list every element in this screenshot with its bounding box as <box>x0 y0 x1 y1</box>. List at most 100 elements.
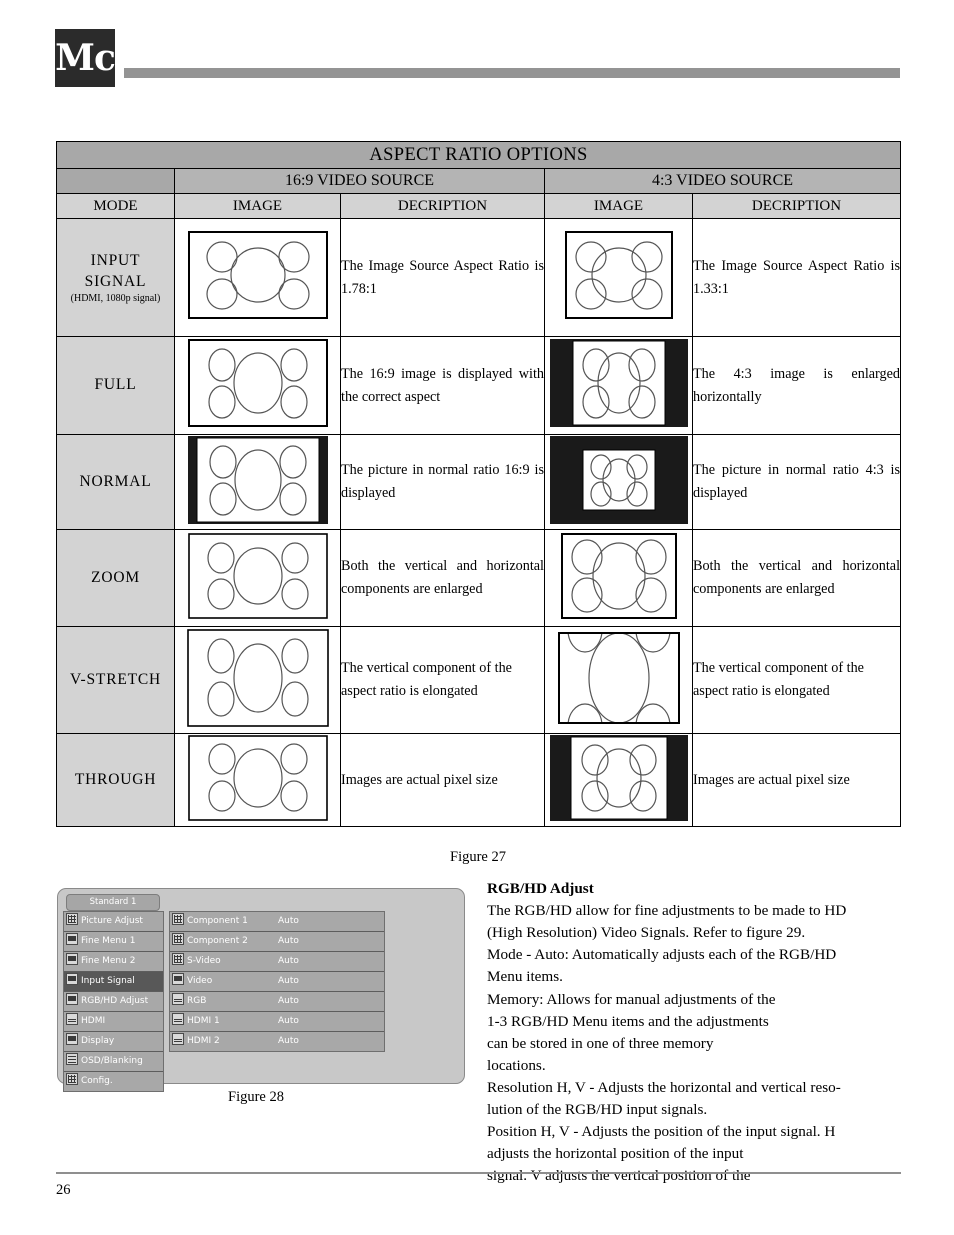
image-cell-169-zoom <box>174 529 341 627</box>
hdmi-icon <box>172 1013 184 1025</box>
monitor-icon <box>66 993 78 1005</box>
osd-input-row-component-2[interactable]: Component 2 Auto <box>170 932 384 952</box>
body-line-5: Memory: Allows for manual adjustments of… <box>487 990 776 1008</box>
osd-menu-item-fine-menu-2[interactable]: Fine Menu 2 <box>64 952 163 972</box>
osd-menu-item-fine-menu-1[interactable]: Fine Menu 1 <box>64 932 163 952</box>
osd-input-value: Auto <box>278 916 299 926</box>
osd-input-value: Auto <box>278 976 299 986</box>
osd-menu-screenshot: Standard 1 Picture Adjust Fine Menu 1 Fi… <box>57 888 465 1092</box>
mode-sublabel: (HDMI, 1080p signal) <box>70 293 161 305</box>
body-line-4: Menu items. <box>487 968 563 986</box>
diagram-svg <box>549 435 688 524</box>
col-header-image-43: IMAGE <box>544 193 693 219</box>
osd-left-menu: Picture Adjust Fine Menu 1 Fine Menu 2 I… <box>63 911 164 1092</box>
aspect-diagram-169-through <box>187 734 328 821</box>
osd-menu-item-label: Fine Menu 2 <box>81 956 136 966</box>
osd-input-row-hdmi-2[interactable]: HDMI 2 Auto <box>170 1032 384 1051</box>
col-header-description-43: DECRIPTION <box>691 193 902 219</box>
table-subheader-row: MODE IMAGE DECRIPTION IMAGE DECRIPTION <box>56 193 902 219</box>
osd-input-value: Auto <box>278 956 299 966</box>
mcintosh-logo-text: Mc <box>55 37 116 79</box>
config-icon <box>66 1073 78 1085</box>
osd-menu-item-input-signal[interactable]: Input Signal <box>64 972 163 992</box>
col-header-description-169: DECRIPTION <box>340 193 545 219</box>
body-line-10: lution of the RGB/HD input signals. <box>487 1101 708 1119</box>
osd-input-row-rgb[interactable]: RGB Auto <box>170 992 384 1012</box>
arrows-icon <box>66 933 78 945</box>
diagram-svg <box>187 532 328 619</box>
table-row: FULL The 16:9 image is displayed with th… <box>56 336 902 435</box>
mode-line1: THROUGH <box>74 770 157 788</box>
page-number: 26 <box>56 1182 71 1198</box>
osd-input-row-video[interactable]: Video Auto <box>170 972 384 992</box>
section-heading: RGB/HD Adjust <box>487 880 594 897</box>
image-cell-169-v-stretch <box>174 626 341 734</box>
osd-preset-button[interactable]: Standard 1 <box>66 894 160 911</box>
description-169-input-signal: The Image Source Aspect Ratio is 1.78:1 <box>340 218 545 337</box>
osd-menu-item-hdmi[interactable]: HDMI <box>64 1012 163 1032</box>
body-line-2: (High Resolution) Video Signals. Refer t… <box>487 924 806 942</box>
display-icon <box>66 1033 78 1045</box>
aspect-diagram-169-input <box>187 231 328 319</box>
osd-input-label: Video <box>187 976 213 986</box>
mode-line2: SIGNAL <box>84 272 147 290</box>
osd-menu-item-label: OSD/Blanking <box>81 1056 143 1066</box>
description-169-normal: The picture in normal ratio 16:9 is disp… <box>340 434 545 530</box>
description-43-through: Images are actual pixel size <box>691 733 902 827</box>
body-line-13: signal. V adjusts the vertical position … <box>487 1167 751 1185</box>
osd-menu-item-label: Picture Adjust <box>81 916 143 926</box>
source-row-blank <box>56 168 175 194</box>
osd-input-label: Component 1 <box>187 916 248 926</box>
body-line-11: Position H, V - Adjusts the position of … <box>487 1123 836 1141</box>
image-cell-169-input-signal <box>174 218 341 337</box>
osd-menu-item-picture-adjust[interactable]: Picture Adjust <box>64 912 163 932</box>
mode-label-normal: NORMAL <box>56 434 175 530</box>
source-header-169: 16:9 VIDEO SOURCE <box>174 168 545 194</box>
grid-icon <box>66 913 78 925</box>
aspect-diagram-169-full <box>187 339 328 427</box>
osd-input-label: HDMI 2 <box>187 1036 220 1046</box>
table-title: ASPECT RATIO OPTIONS <box>55 141 902 169</box>
page-header: Mc <box>0 0 954 100</box>
aspect-diagram-43-zoom <box>560 532 677 619</box>
table-row: INPUT SIGNAL (HDMI, 1080p signal) The Im… <box>56 218 902 337</box>
mode-line1: FULL <box>94 376 137 394</box>
figure-27-caption: Figure 27 <box>450 849 506 865</box>
osd-menu-item-osd-blanking[interactable]: OSD/Blanking <box>64 1052 163 1072</box>
osd-input-value: Auto <box>278 996 299 1006</box>
image-cell-169-normal <box>174 434 341 530</box>
aspect-ratio-table: ASPECT RATIO OPTIONS 16:9 VIDEO SOURCE 4… <box>55 141 902 827</box>
image-cell-169-full <box>174 336 341 435</box>
body-line-8: locations. <box>487 1056 546 1074</box>
body-line-3: Mode - Auto: Automatically adjusts each … <box>487 946 837 964</box>
diagram-svg <box>187 339 328 427</box>
rgb-icon <box>172 993 184 1005</box>
osd-menu-item-display[interactable]: Display <box>64 1032 163 1052</box>
diagram-svg <box>549 734 688 821</box>
description-169-v-stretch: The vertical component of the aspect rat… <box>340 626 545 734</box>
osd-input-row-hdmi-1[interactable]: HDMI 1 Auto <box>170 1012 384 1032</box>
description-43-v-stretch: The vertical component of the aspect rat… <box>691 626 902 734</box>
osd-input-label: HDMI 1 <box>187 1016 220 1026</box>
description-43-input-signal: The Image Source Aspect Ratio is 1.33:1 <box>691 218 902 337</box>
body-line-9: Resolution H, V - Adjusts the horizontal… <box>487 1078 841 1096</box>
description-43-zoom: Both the vertical and horizontal compone… <box>691 529 902 627</box>
col-header-mode: MODE <box>56 193 175 219</box>
body-line-6: 1-3 RGB/HD Menu items and the adjustment… <box>487 1012 769 1030</box>
osd-input-row-component-1[interactable]: Component 1 Auto <box>170 912 384 932</box>
aspect-diagram-169-vstretch <box>186 628 329 727</box>
diagram-svg <box>549 339 688 427</box>
hdmi-icon <box>172 1033 184 1045</box>
svideo-icon <box>172 953 184 965</box>
osd-menu-item-rgb-hd-adjust[interactable]: RGB/HD Adjust <box>64 992 163 1012</box>
figure-28-caption: Figure 28 <box>228 1089 284 1105</box>
component-icon <box>172 913 184 925</box>
mode-label-zoom: ZOOM <box>56 529 175 627</box>
aspect-diagram-43-full <box>549 339 688 427</box>
osd-input-row-s-video[interactable]: S-Video Auto <box>170 952 384 972</box>
osd-menu-item-label: Config. <box>81 1076 113 1086</box>
table-source-row: 16:9 VIDEO SOURCE 4:3 VIDEO SOURCE <box>56 168 902 194</box>
mode-label-full: FULL <box>56 336 175 435</box>
table-row: ZOOM Both the vertical and horizontal co… <box>56 529 902 627</box>
component-icon <box>172 933 184 945</box>
